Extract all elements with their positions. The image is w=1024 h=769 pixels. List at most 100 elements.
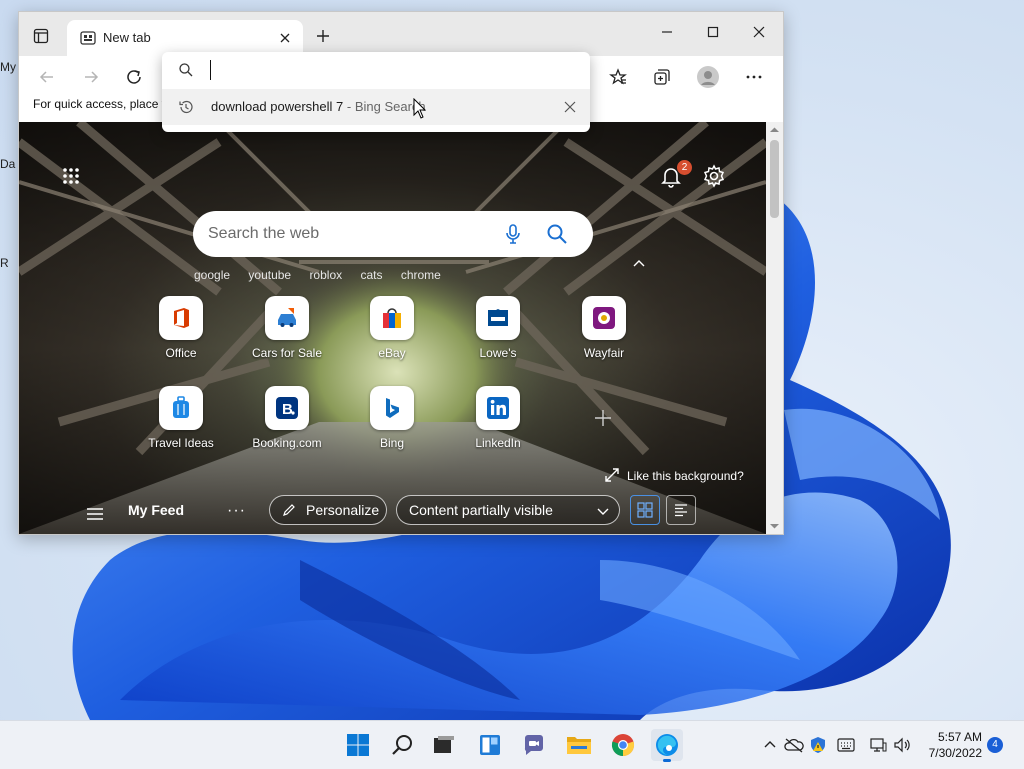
minimize-button[interactable] [644,12,690,52]
desktop-icon-label[interactable]: Da [0,157,15,171]
list-view-icon [675,504,687,517]
notification-center-badge[interactable]: 4 [987,737,1003,753]
edge-icon [656,734,678,756]
grid-view-icon [637,502,653,518]
search-icon [547,224,567,244]
apps-launcher-button[interactable] [59,164,83,188]
tile-travel-ideas[interactable]: Travel Ideas [136,386,226,450]
waffle-grid-icon [63,168,79,184]
microphone-icon [506,224,520,244]
start-button[interactable] [342,729,374,761]
feed-more-button[interactable]: ··· [227,502,246,520]
widgets-button[interactable] [474,729,506,761]
back-arrow-icon [39,71,53,83]
close-window-button[interactable] [736,12,782,52]
tab-actions-button[interactable] [29,24,53,48]
tab-close-button[interactable] [275,28,295,48]
keyboard-icon [837,738,855,752]
like-background-text: Like this background? [627,469,744,483]
back-button[interactable] [34,64,60,90]
show-hidden-icons-button[interactable] [760,735,780,755]
search-icon [179,63,193,77]
maximize-button[interactable] [690,12,736,52]
grid-view-button[interactable] [630,495,660,525]
edge-button[interactable] [651,729,683,762]
quick-link[interactable]: cats [360,268,382,282]
car-icon [278,308,296,327]
list-view-button[interactable] [666,495,696,525]
input-indicator-button[interactable] [836,735,856,755]
desktop-icon-label[interactable]: R [0,256,9,270]
content-visibility-select[interactable]: Content partially visible [396,495,620,525]
tile-ebay[interactable]: eBay [347,296,437,360]
tab-strip: New tab [19,12,783,56]
personalize-button[interactable]: Personalize [269,495,387,525]
refresh-button[interactable] [121,64,147,90]
clock-date: 7/30/2022 [928,746,982,760]
shopping-bag-icon [383,308,401,328]
suggestion-item[interactable]: download powershell 7 - Bing Search [162,89,590,125]
favorites-bar-hint: For quick access, place y [33,97,168,111]
chrome-button[interactable] [607,729,639,761]
quick-link[interactable]: chrome [401,268,441,282]
address-bar-input[interactable] [162,52,590,89]
plus-icon [317,30,329,42]
scroll-thumb[interactable] [770,140,779,218]
collapse-quick-links-button[interactable] [631,256,647,272]
more-horizontal-icon [746,75,762,79]
tile-icon [476,386,520,430]
page-settings-button[interactable] [702,164,726,188]
tile-icon [370,386,414,430]
pencil-icon [283,504,295,516]
network-button[interactable] [868,735,888,755]
tile-label: Wayfair [583,346,625,360]
profile-button[interactable] [695,64,721,90]
forward-button[interactable] [78,64,104,90]
voice-search-button[interactable] [501,222,525,246]
onedrive-button[interactable] [784,735,804,755]
feed-menu-button[interactable] [85,504,105,524]
avatar-icon [697,66,719,88]
file-explorer-button[interactable] [563,729,595,761]
search-submit-button[interactable] [545,222,569,246]
new-tab-button[interactable] [311,24,335,48]
maximize-icon [707,26,719,38]
suggestion-query: download powershell 7 [211,99,344,114]
desktop-icon-label[interactable]: My [0,60,16,74]
tile-label: Cars for Sale [251,346,323,360]
favorites-star-icon [609,68,627,85]
scroll-up-arrow-icon[interactable] [766,124,783,136]
collections-button[interactable] [649,64,675,90]
close-icon [280,33,290,43]
task-view-button[interactable] [428,729,460,761]
my-feed-title[interactable]: My Feed [128,502,184,518]
tile-booking[interactable]: B Booking.com [242,386,332,450]
tile-lowes[interactable]: Lowe's [453,296,543,360]
web-search-box[interactable]: Search the web [193,211,593,257]
tile-bing[interactable]: Bing [347,386,437,450]
teams-chat-button[interactable] [518,729,550,761]
tile-label: eBay [378,346,406,360]
taskbar-clock[interactable]: 5:57 AM 7/30/2022 [920,729,982,761]
page-scrollbar[interactable] [766,122,783,534]
like-background-link[interactable]: Like this background? [605,468,744,483]
favorites-button[interactable] [605,64,631,90]
tile-linkedin[interactable]: LinkedIn [453,386,543,450]
tab-new-tab[interactable]: New tab [67,20,303,56]
add-site-button[interactable] [593,408,613,428]
quick-link[interactable]: youtube [248,268,291,282]
tile-wayfair[interactable]: Wayfair [559,296,649,360]
tile-office[interactable]: Office [136,296,226,360]
quick-link[interactable]: google [194,268,230,282]
volume-button[interactable] [892,735,912,755]
tile-label: Bing [379,436,405,450]
remove-suggestion-icon[interactable] [562,99,578,115]
quick-link[interactable]: roblox [309,268,342,282]
clock-time: 5:57 AM [937,730,982,744]
settings-more-button[interactable] [741,64,767,90]
scroll-down-arrow-icon[interactable] [766,520,783,532]
security-button[interactable] [808,735,828,755]
tile-cars-for-sale[interactable]: Cars for Sale [242,296,332,360]
history-icon [179,100,193,114]
taskbar-search-button[interactable] [387,729,419,761]
